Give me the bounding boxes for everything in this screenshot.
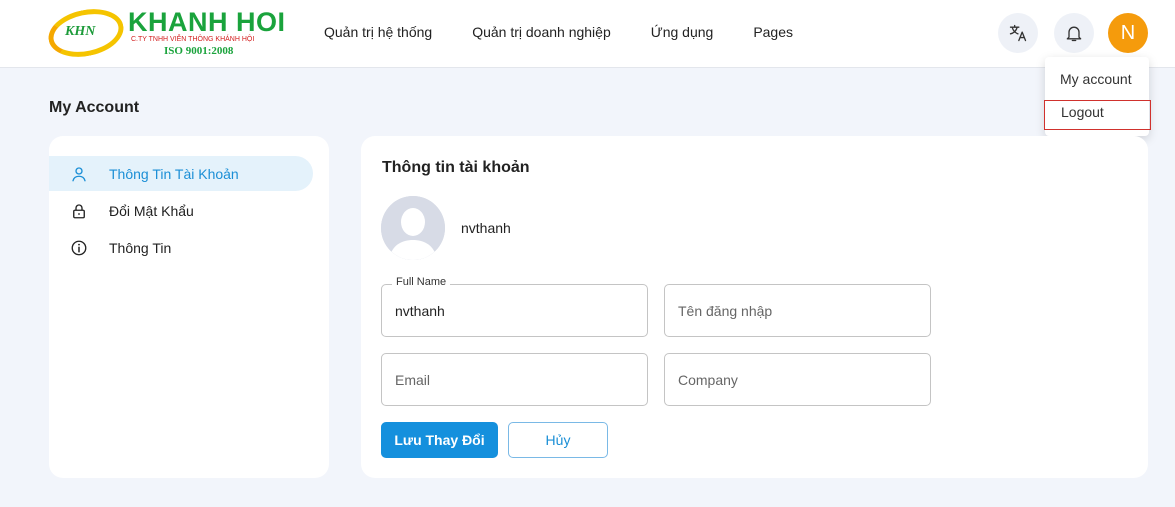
company-field[interactable]: Company bbox=[664, 353, 931, 406]
nav-item-business-admin[interactable]: Quản trị doanh nghiệp bbox=[472, 24, 611, 40]
sidebar-item-label: Thông Tin Tài Khoản bbox=[109, 165, 239, 182]
account-sidebar: Thông Tin Tài Khoản Đổi Mật Khẩu Thông T… bbox=[49, 136, 329, 478]
default-avatar-icon bbox=[381, 196, 445, 260]
full-name-label: Full Name bbox=[392, 276, 451, 288]
lock-icon bbox=[49, 202, 109, 220]
email-field[interactable]: Email bbox=[381, 353, 648, 406]
logo-mark: KHN bbox=[65, 24, 96, 39]
menu-item-my-account[interactable]: My account bbox=[1045, 65, 1149, 93]
main-nav: Quản trị hệ thống Quản trị doanh nghiệp … bbox=[324, 24, 793, 40]
card-title: Thông tin tài khoản bbox=[382, 159, 530, 176]
top-bar: KHN KHANH HOI C.TY TNHH VIỄN THÔNG KHÁNH… bbox=[0, 0, 1175, 68]
page-title: My Account bbox=[49, 99, 140, 116]
company-logo[interactable]: KHN KHANH HOI C.TY TNHH VIỄN THÔNG KHÁNH… bbox=[44, 2, 288, 64]
logo-iso: ISO 9001:2008 bbox=[164, 45, 234, 57]
sidebar-item-label: Thông Tin bbox=[109, 239, 172, 256]
nav-item-pages[interactable]: Pages bbox=[753, 24, 793, 40]
account-dropdown: My account Logout bbox=[1044, 57, 1151, 136]
save-changes-button[interactable]: Lưu Thay Đổi bbox=[381, 422, 498, 458]
nav-item-applications[interactable]: Ứng dụng bbox=[651, 24, 714, 40]
sidebar-item-label: Đổi Mật Khẩu bbox=[109, 202, 194, 219]
profile-username: nvthanh bbox=[461, 220, 511, 236]
bell-icon bbox=[1066, 26, 1082, 42]
info-icon bbox=[49, 239, 109, 257]
logo-subtitle: C.TY TNHH VIỄN THÔNG KHÁNH HỘI bbox=[131, 36, 255, 43]
sidebar-item-change-password[interactable]: Đổi Mật Khẩu bbox=[49, 193, 313, 228]
login-name-placeholder: Tên đăng nhập bbox=[678, 303, 773, 319]
user-icon bbox=[49, 165, 109, 183]
full-name-field[interactable]: Full Name nvthanh bbox=[381, 276, 648, 337]
sidebar-item-account-info[interactable]: Thông Tin Tài Khoản bbox=[49, 156, 313, 191]
account-info-card: Thông tin tài khoản nvthanh Full Name nv… bbox=[361, 136, 1148, 478]
company-placeholder: Company bbox=[678, 372, 738, 388]
logo-brand: KHANH HOI bbox=[128, 7, 286, 37]
profile-avatar[interactable] bbox=[381, 196, 445, 260]
nav-item-system-admin[interactable]: Quản trị hệ thống bbox=[324, 24, 432, 40]
email-placeholder: Email bbox=[395, 372, 431, 388]
full-name-value: nvthanh bbox=[395, 303, 445, 319]
translate-icon bbox=[1009, 24, 1027, 42]
cancel-button[interactable]: Hủy bbox=[508, 422, 608, 458]
sidebar-item-info[interactable]: Thông Tin bbox=[49, 230, 313, 265]
user-avatar-button[interactable]: N bbox=[1108, 13, 1148, 53]
menu-item-logout[interactable]: Logout bbox=[1044, 100, 1151, 130]
notifications-button[interactable] bbox=[1054, 13, 1094, 53]
translate-button[interactable] bbox=[998, 13, 1038, 53]
login-name-field[interactable]: Tên đăng nhập bbox=[664, 284, 931, 337]
